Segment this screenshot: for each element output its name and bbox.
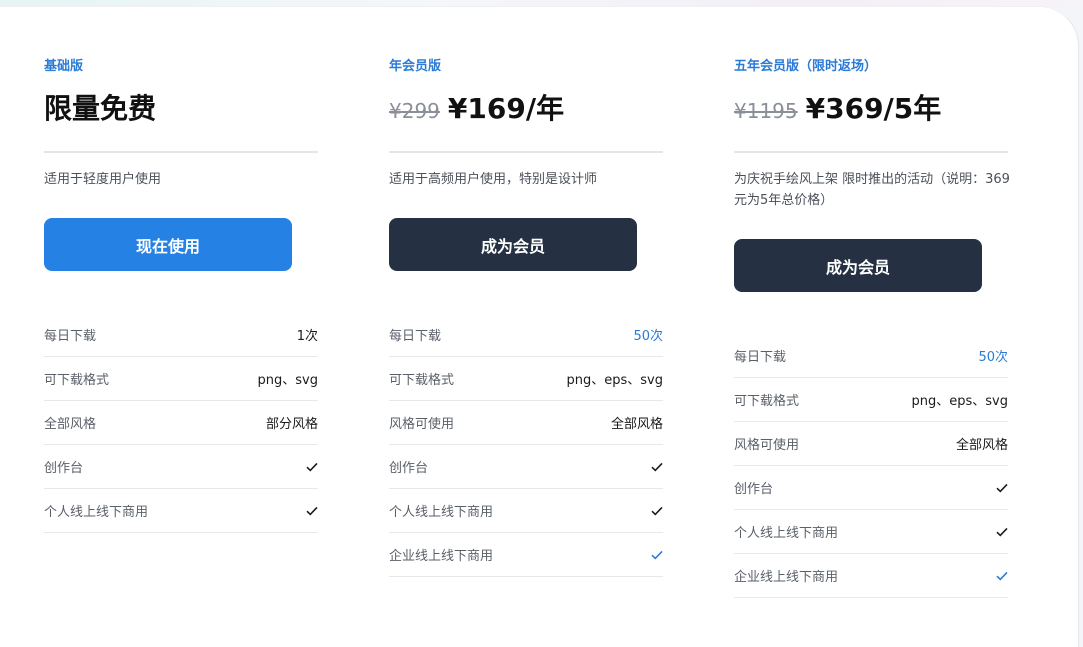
divider bbox=[734, 151, 1008, 153]
checkmark-icon bbox=[651, 462, 663, 472]
feature-value: 50次 bbox=[633, 329, 663, 344]
checkmark-icon bbox=[651, 506, 663, 516]
feature-label: 可下载格式 bbox=[44, 373, 110, 388]
feature-label: 企业线上线下商用 bbox=[734, 570, 839, 585]
feature-value: png、svg bbox=[257, 373, 318, 388]
feature-row: 个人线上线下商用 bbox=[734, 510, 1008, 554]
checkmark-icon bbox=[651, 550, 663, 560]
feature-label: 全部风格 bbox=[44, 417, 97, 432]
current-price: ¥169/年 bbox=[447, 92, 565, 125]
feature-row: 个人线上线下商用 bbox=[44, 489, 318, 533]
feature-row: 可下载格式 png、svg bbox=[44, 357, 318, 401]
plan-tier-label: 年会员版 bbox=[389, 59, 442, 74]
feature-label: 个人线上线下商用 bbox=[389, 505, 494, 520]
feature-row: 全部风格 部分风格 bbox=[44, 401, 318, 445]
feature-value: png、eps、svg bbox=[566, 373, 664, 388]
feature-list: 每日下载 1次 可下载格式 png、svg 全部风格 部分风格 创作台 个人线上… bbox=[44, 313, 318, 533]
feature-label: 每日下载 bbox=[389, 329, 442, 344]
feature-row: 创作台 bbox=[734, 466, 1008, 510]
pricing-panel: 基础版 限量免费 适用于轻度用户使用 现在使用 每日下载 1次 可下载格式 pn… bbox=[0, 6, 1079, 647]
feature-row: 个人线上线下商用 bbox=[389, 489, 663, 533]
feature-row: 创作台 bbox=[389, 445, 663, 489]
feature-row: 企业线上线下商用 bbox=[389, 533, 663, 577]
checkmark-icon bbox=[306, 506, 318, 516]
feature-label: 创作台 bbox=[734, 482, 774, 497]
feature-row: 每日下载 50次 bbox=[734, 334, 1008, 378]
feature-list: 每日下载 50次 可下载格式 png、eps、svg 风格可使用 全部风格 创作… bbox=[389, 313, 663, 577]
plan-description: 适用于轻度用户使用 bbox=[44, 172, 162, 187]
feature-label: 风格可使用 bbox=[389, 417, 455, 432]
divider bbox=[44, 151, 318, 153]
feature-row: 可下载格式 png、eps、svg bbox=[389, 357, 663, 401]
feature-label: 风格可使用 bbox=[734, 438, 800, 453]
plan-description: 适用于高频用户使用，特别是设计师 bbox=[389, 172, 598, 187]
feature-value: 全部风格 bbox=[610, 417, 663, 432]
feature-value: png、eps、svg bbox=[911, 394, 1009, 409]
checkmark-icon bbox=[996, 483, 1008, 493]
feature-label: 可下载格式 bbox=[734, 394, 800, 409]
feature-row: 可下载格式 png、eps、svg bbox=[734, 378, 1008, 422]
feature-row: 创作台 bbox=[44, 445, 318, 489]
feature-label: 创作台 bbox=[389, 461, 429, 476]
current-price: ¥369/5年 bbox=[805, 92, 942, 125]
divider bbox=[389, 151, 663, 153]
checkmark-icon bbox=[996, 571, 1008, 581]
feature-label: 个人线上线下商用 bbox=[44, 505, 149, 520]
feature-row: 企业线上线下商用 bbox=[734, 554, 1008, 598]
checkmark-icon bbox=[306, 462, 318, 472]
feature-row: 风格可使用 全部风格 bbox=[734, 422, 1008, 466]
original-price: ¥1195 bbox=[734, 99, 798, 123]
plan-price: ¥1195 ¥369/5年 bbox=[734, 87, 941, 127]
feature-label: 创作台 bbox=[44, 461, 84, 476]
plan-tier-label: 基础版 bbox=[44, 59, 84, 74]
feature-list: 每日下载 50次 可下载格式 png、eps、svg 风格可使用 全部风格 创作… bbox=[734, 334, 1008, 598]
plan-price: ¥299 ¥169/年 bbox=[389, 87, 564, 127]
feature-row: 风格可使用 全部风格 bbox=[389, 401, 663, 445]
become-member-button[interactable]: 成为会员 bbox=[734, 239, 982, 292]
feature-label: 可下载格式 bbox=[389, 373, 455, 388]
plan-price-title: 限量免费 bbox=[44, 92, 157, 125]
feature-value: 部分风格 bbox=[265, 417, 318, 432]
feature-value: 全部风格 bbox=[955, 438, 1008, 453]
feature-label: 每日下载 bbox=[44, 329, 97, 344]
checkmark-icon bbox=[996, 527, 1008, 537]
feature-label: 个人线上线下商用 bbox=[734, 526, 839, 541]
become-member-button[interactable]: 成为会员 bbox=[389, 218, 637, 271]
feature-row: 每日下载 50次 bbox=[389, 313, 663, 357]
original-price: ¥299 bbox=[389, 99, 440, 123]
plan-tier-label: 五年会员版（限时返场） bbox=[734, 59, 878, 74]
plan-description: 为庆祝手绘风上架 限时推出的活动（说明：369元为5年总价格） bbox=[734, 172, 1010, 208]
plan-price: 限量免费 bbox=[44, 87, 156, 127]
use-now-button[interactable]: 现在使用 bbox=[44, 218, 292, 271]
feature-value: 1次 bbox=[296, 329, 318, 344]
feature-label: 每日下载 bbox=[734, 350, 787, 365]
feature-value: 50次 bbox=[978, 350, 1008, 365]
feature-label: 企业线上线下商用 bbox=[389, 549, 494, 564]
feature-row: 每日下载 1次 bbox=[44, 313, 318, 357]
